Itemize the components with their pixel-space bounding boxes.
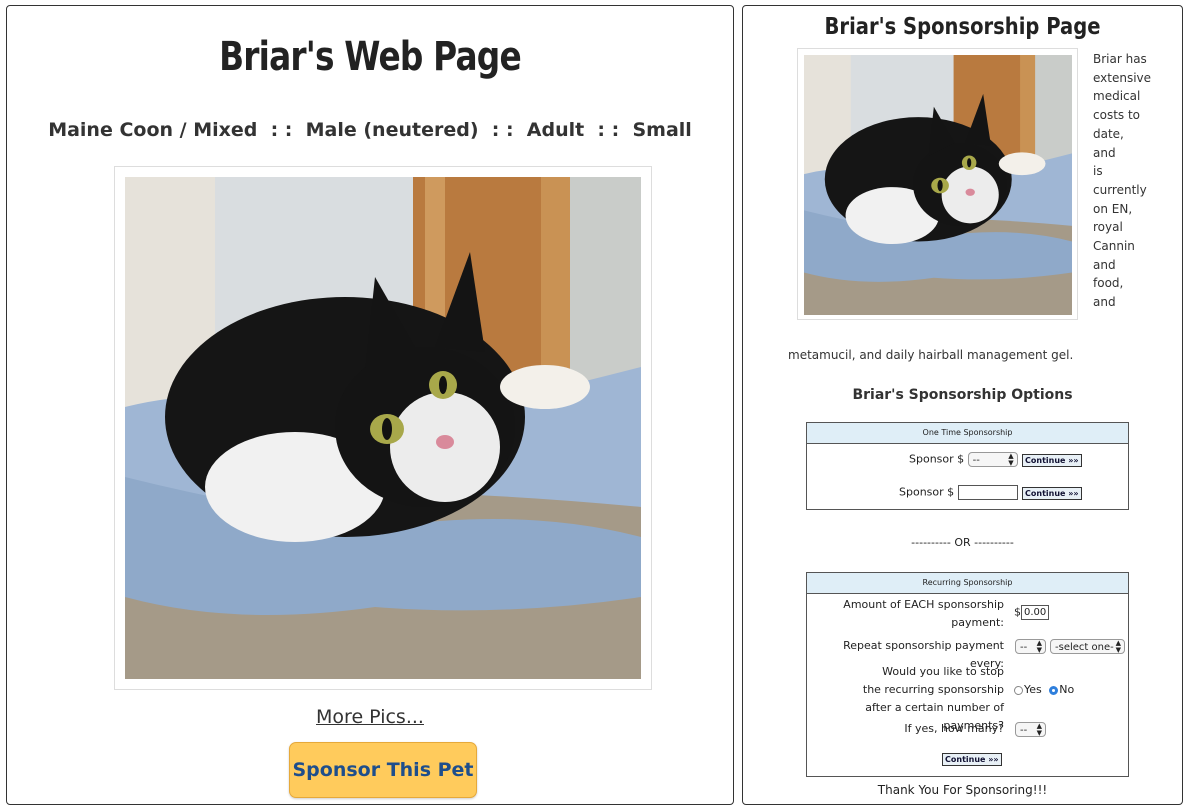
- dollar-sign: $: [1014, 605, 1021, 619]
- description-line: on EN,: [1093, 201, 1133, 216]
- sponsor-amount-select-value: --: [972, 455, 980, 466]
- sponsor-custom-label: Sponsor $: [899, 485, 955, 499]
- repeat-number-value: --: [1020, 642, 1028, 653]
- amount-input[interactable]: 0.00: [1021, 605, 1049, 620]
- how-many-label: If yes, how many?: [904, 722, 1004, 735]
- select-arrows-icon: ▲ ▼: [1008, 452, 1014, 467]
- amount-label-line: Amount of EACH sponsorship: [843, 598, 1004, 611]
- cat-photo: [125, 177, 641, 679]
- continue-recurring-button[interactable]: Continue »»: [942, 753, 1002, 766]
- one-time-sponsorship-box: One Time Sponsorship Sponsor $ -- ▲ ▼ Con…: [806, 422, 1129, 510]
- description-line: and: [1093, 295, 1116, 310]
- sponsorship-page-panel: Briar's Sponsorship Page Briar has exten…: [742, 5, 1183, 805]
- no-radio[interactable]: [1049, 685, 1059, 695]
- sponsor-amount-label: Sponsor $: [909, 452, 965, 466]
- pet-photo-frame: [114, 166, 652, 690]
- select-arrows-icon: ▲ ▼: [1036, 722, 1042, 737]
- description-continued: metamucil, and daily hairball management…: [788, 348, 1074, 362]
- description-line: royal: [1093, 220, 1123, 235]
- yes-label: Yes: [1024, 683, 1042, 696]
- more-pics-link[interactable]: More Pics...: [7, 706, 733, 728]
- sponsor-photo-frame: [797, 48, 1078, 320]
- pet-web-page-panel: Briar's Web Page Maine Coon / Mixed : : …: [6, 5, 734, 805]
- description-line: Cannin: [1093, 239, 1135, 254]
- description-line: costs to: [1093, 108, 1141, 123]
- description-line: and food,: [1093, 257, 1124, 291]
- no-label: No: [1059, 683, 1075, 696]
- amount-input-row: $0.00: [1014, 605, 1049, 620]
- or-divider: ---------- OR ----------: [911, 536, 1014, 549]
- one-time-header: One Time Sponsorship: [807, 423, 1128, 444]
- amount-label: Amount of EACH sponsorship payment:: [843, 596, 1004, 632]
- repeat-unit-value: -select one-: [1055, 642, 1114, 653]
- one-time-input-row: Sponsor $: [899, 485, 1018, 500]
- sponsor-this-pet-button[interactable]: Sponsor This Pet: [289, 742, 477, 798]
- how-many-value: --: [1020, 725, 1028, 736]
- pet-details: Maine Coon / Mixed : : Male (neutered) :…: [48, 119, 692, 141]
- sponsor-custom-input[interactable]: [957, 485, 1018, 500]
- repeat-number-select[interactable]: -- ▲ ▼: [1015, 639, 1046, 654]
- sponsor-amount-select[interactable]: -- ▲ ▼: [967, 452, 1018, 467]
- description-line: extensive: [1093, 70, 1152, 85]
- stop-radio-group: Yes No: [1014, 683, 1074, 696]
- amount-label-line: payment:: [951, 616, 1004, 629]
- sponsorship-page-title: Briar's Sponsorship Page: [824, 14, 1101, 40]
- description-line: medical: [1093, 89, 1141, 104]
- stop-label-line: the recurring sponsorship: [862, 683, 1004, 696]
- thank-you-text: Thank You For Sponsoring!!!: [877, 783, 1048, 797]
- how-many-select[interactable]: -- ▲ ▼: [1015, 722, 1046, 737]
- continue-one-time-select-button[interactable]: Continue »»: [1022, 454, 1082, 467]
- stop-label-line: Would you like to stop: [882, 665, 1004, 678]
- page-title: Briar's Web Page: [219, 34, 522, 80]
- recurring-header: Recurring Sponsorship: [807, 573, 1128, 594]
- one-time-select-row: Sponsor $ -- ▲ ▼: [909, 452, 1018, 467]
- description-text: Briar has extensive medical costs to dat…: [1093, 50, 1152, 312]
- select-arrows-icon: ▲ ▼: [1036, 639, 1042, 654]
- recurring-sponsorship-box: Recurring Sponsorship Amount of EACH spo…: [806, 572, 1129, 777]
- description-line: date, and: [1093, 126, 1124, 160]
- continue-one-time-input-button[interactable]: Continue »»: [1022, 487, 1082, 500]
- repeat-unit-select[interactable]: -select one- ▲ ▼: [1050, 639, 1125, 654]
- sponsorship-options-title: Briar's Sponsorship Options: [852, 387, 1073, 403]
- cat-photo-small: [804, 55, 1072, 315]
- description-line: is: [1093, 164, 1103, 179]
- description-line: Briar has: [1093, 52, 1147, 66]
- yes-radio[interactable]: [1014, 685, 1023, 695]
- description-line: currently: [1093, 182, 1147, 197]
- select-arrows-icon: ▲ ▼: [1115, 639, 1121, 654]
